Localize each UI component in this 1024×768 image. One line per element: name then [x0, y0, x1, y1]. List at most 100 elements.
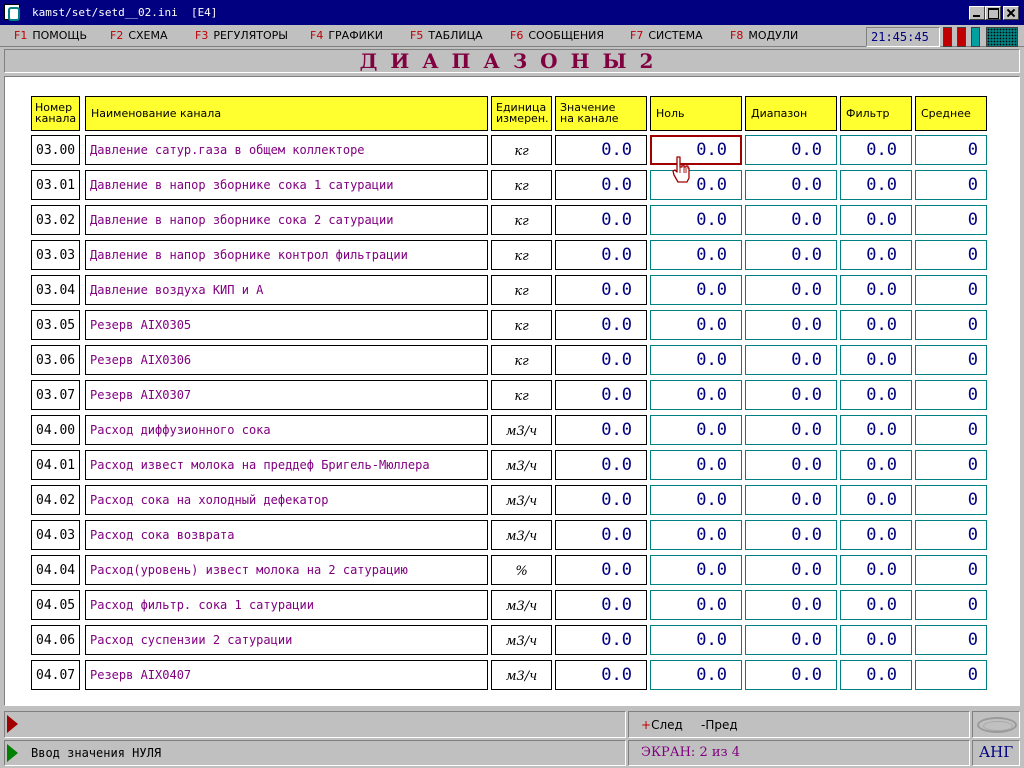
filter-input[interactable]: 0.0	[840, 240, 912, 270]
range-input[interactable]: 0.0	[745, 240, 837, 270]
menu-label-regulators: РЕГУЛЯТОРЫ	[213, 29, 288, 42]
average-input[interactable]: 0	[915, 660, 987, 690]
range-input[interactable]: 0.0	[745, 380, 837, 410]
window-title: kamst/set/setd__02.ini [E4]	[32, 6, 218, 19]
channel-number-cell: 04.02	[31, 485, 80, 515]
filter-input[interactable]: 0.0	[840, 205, 912, 235]
zero-input[interactable]: 0.0	[650, 240, 742, 270]
zero-input[interactable]: 0.0	[650, 275, 742, 305]
range-input[interactable]: 0.0	[745, 205, 837, 235]
average-input[interactable]: 0	[915, 555, 987, 585]
range-input[interactable]: 0.0	[745, 345, 837, 375]
filter-input[interactable]: 0.0	[840, 380, 912, 410]
menu-item-messages[interactable]: F6 СООБЩЕНИЯ	[510, 29, 604, 42]
zero-input[interactable]: 0.0	[650, 485, 742, 515]
filter-input[interactable]: 0.0	[840, 590, 912, 620]
range-input[interactable]: 0.0	[745, 625, 837, 655]
average-input[interactable]: 0	[915, 275, 987, 305]
filter-input[interactable]: 0.0	[840, 275, 912, 305]
menu-item-regulators[interactable]: F3 РЕГУЛЯТОРЫ	[195, 29, 288, 42]
filter-input[interactable]: 0.0	[840, 170, 912, 200]
header-channel-value: Значение на канале	[555, 96, 647, 131]
channel-value-cell: 0.0	[555, 275, 647, 305]
average-input[interactable]: 0	[915, 415, 987, 445]
channel-number-cell: 04.03	[31, 520, 80, 550]
zero-input[interactable]: 0.0	[650, 660, 742, 690]
app-icon[interactable]	[4, 4, 20, 21]
range-input[interactable]: 0.0	[745, 485, 837, 515]
zero-input[interactable]: 0.0	[650, 380, 742, 410]
average-input[interactable]: 0	[915, 590, 987, 620]
zero-input[interactable]: 0.0	[650, 170, 742, 200]
average-input[interactable]: 0	[915, 170, 987, 200]
oval-logo-icon	[977, 717, 1017, 733]
keyboard-grid-icon[interactable]	[986, 27, 1018, 47]
range-input[interactable]: 0.0	[745, 170, 837, 200]
zero-input[interactable]: 0.0	[650, 555, 742, 585]
screen-title: ДИАПАЗОНЫ2	[359, 49, 667, 73]
filter-input[interactable]: 0.0	[840, 345, 912, 375]
range-input[interactable]: 0.0	[745, 135, 837, 165]
average-input[interactable]: 0	[915, 135, 987, 165]
range-input[interactable]: 0.0	[745, 660, 837, 690]
zero-input[interactable]: 0.0	[650, 345, 742, 375]
close-button[interactable]	[1003, 6, 1019, 20]
minimize-button[interactable]	[969, 6, 985, 20]
filter-input[interactable]: 0.0	[840, 555, 912, 585]
unit-cell: м3/ч	[491, 520, 552, 550]
menu-label-scheme: СХЕМА	[128, 29, 168, 42]
status-light-icon	[943, 27, 952, 47]
maximize-button[interactable]	[985, 6, 1001, 20]
filter-input[interactable]: 0.0	[840, 310, 912, 340]
channel-name-cell: Расход суспензии 2 сатурации	[85, 625, 488, 655]
menu-item-table[interactable]: F5 ТАБЛИЦА	[410, 29, 483, 42]
channel-value-cell: 0.0	[555, 310, 647, 340]
menu-item-system[interactable]: F7 СИСТЕМА	[630, 29, 703, 42]
header-filter-text: Фильтр	[846, 107, 890, 120]
average-input[interactable]: 0	[915, 380, 987, 410]
range-input[interactable]: 0.0	[745, 275, 837, 305]
average-input[interactable]: 0	[915, 205, 987, 235]
average-input[interactable]: 0	[915, 625, 987, 655]
zero-input[interactable]: 0.0	[650, 450, 742, 480]
range-input[interactable]: 0.0	[745, 415, 837, 445]
zero-input[interactable]: 0.0	[650, 625, 742, 655]
range-input[interactable]: 0.0	[745, 590, 837, 620]
average-input[interactable]: 0	[915, 450, 987, 480]
zero-input[interactable]: 0.0	[650, 415, 742, 445]
average-input[interactable]: 0	[915, 520, 987, 550]
average-input[interactable]: 0	[915, 485, 987, 515]
menu-item-graphs[interactable]: F4 ГРАФИКИ	[310, 29, 383, 42]
menu-item-scheme[interactable]: F2 СХЕМА	[110, 29, 168, 42]
menu-item-modules[interactable]: F8 МОДУЛИ	[730, 29, 798, 42]
prev-page-button[interactable]: -Пред	[701, 718, 738, 732]
zero-input[interactable]: 0.0	[650, 590, 742, 620]
zero-input[interactable]: 0.0	[650, 205, 742, 235]
zero-input[interactable]: 0.0	[650, 310, 742, 340]
filter-input[interactable]: 0.0	[840, 660, 912, 690]
channel-value-cell: 0.0	[555, 660, 647, 690]
filter-input[interactable]: 0.0	[840, 450, 912, 480]
filter-input[interactable]: 0.0	[840, 135, 912, 165]
filter-input[interactable]: 0.0	[840, 520, 912, 550]
page-navigation: +След -Пред	[628, 711, 970, 738]
filter-input[interactable]: 0.0	[840, 485, 912, 515]
range-input[interactable]: 0.0	[745, 555, 837, 585]
channel-value-cell: 0.0	[555, 415, 647, 445]
zero-input[interactable]: 0.0	[650, 135, 742, 165]
filter-input[interactable]: 0.0	[840, 625, 912, 655]
average-input[interactable]: 0	[915, 345, 987, 375]
channel-number-cell: 04.01	[31, 450, 80, 480]
language-panel[interactable]: АНГ	[972, 740, 1020, 766]
average-input[interactable]: 0	[915, 310, 987, 340]
average-input[interactable]: 0	[915, 240, 987, 270]
channel-value-cell: 0.0	[555, 240, 647, 270]
next-page-button[interactable]: +След	[641, 718, 683, 732]
range-input[interactable]: 0.0	[745, 310, 837, 340]
zero-input[interactable]: 0.0	[650, 520, 742, 550]
range-input[interactable]: 0.0	[745, 520, 837, 550]
menu-item-help[interactable]: F1 ПОМОЩЬ	[14, 29, 87, 42]
filter-input[interactable]: 0.0	[840, 415, 912, 445]
channel-name-cell: Расход фильтр. сока 1 сатурации	[85, 590, 488, 620]
range-input[interactable]: 0.0	[745, 450, 837, 480]
